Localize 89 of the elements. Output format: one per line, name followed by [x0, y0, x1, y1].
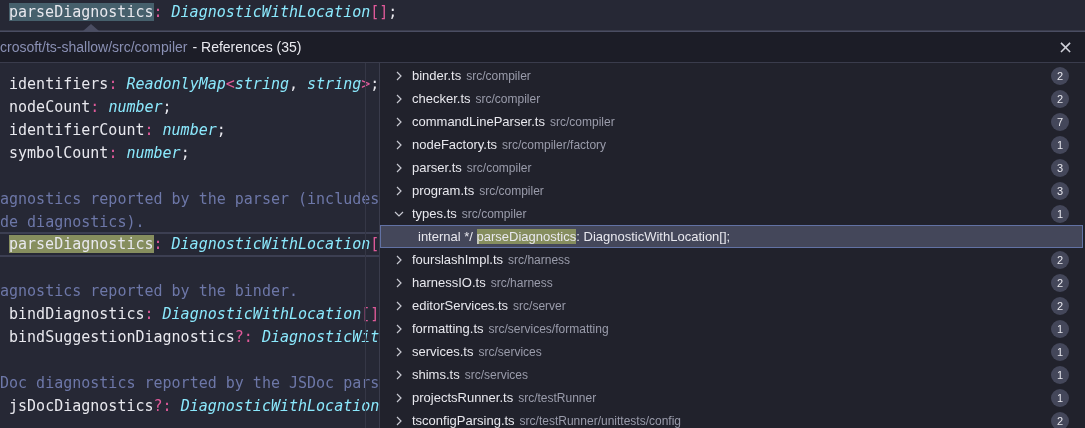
file-path: src/compiler/factory	[502, 137, 607, 152]
count-badge: 3	[1051, 158, 1069, 177]
file-path: src/harness	[490, 275, 553, 290]
code-line: symbolCount: number;	[8, 143, 191, 164]
chevron-right-icon[interactable]	[394, 346, 404, 357]
reference-file-row[interactable]: parser.ts src/compiler 3	[380, 156, 1085, 179]
file-name: harnessIO.ts	[412, 275, 486, 290]
reference-file-row[interactable]: binder.ts src/compiler 2	[380, 64, 1085, 87]
count-badge: 1	[1051, 342, 1069, 361]
count-badge: 2	[1051, 411, 1069, 428]
chevron-right-icon[interactable]	[394, 162, 404, 173]
count-badge: 2	[1051, 250, 1069, 269]
file-path: src/compiler	[479, 183, 544, 198]
chevron-right-icon[interactable]	[394, 277, 404, 288]
chevron-right-icon[interactable]	[394, 185, 404, 196]
count-badge: 2	[1051, 296, 1069, 315]
chevron-right-icon[interactable]	[394, 116, 404, 127]
code-line: jsDocDiagnostics?: DiagnosticWithLocation	[8, 396, 379, 417]
code-line: bindSuggestionDiagnostics?: DiagnosticWit	[8, 327, 379, 348]
file-name: program.ts	[412, 183, 475, 198]
count-badge: 1	[1051, 319, 1069, 338]
chevron-right-icon[interactable]	[394, 392, 404, 403]
count-badge: 1	[1051, 204, 1069, 223]
code-line: parseDiagnostics: DiagnosticWithLocation[	[0, 232, 379, 257]
code-line: de diagnostics).	[0, 212, 146, 233]
code-line: parseDiagnostics: DiagnosticWithLocation[];	[8, 2, 398, 23]
chevron-right-icon[interactable]	[394, 369, 404, 380]
chevron-right-icon[interactable]	[394, 254, 404, 265]
count-badge: 7	[1051, 112, 1069, 131]
reference-file-row[interactable]: services.ts src/services 1	[380, 340, 1085, 363]
chevron-right-icon[interactable]	[394, 415, 404, 426]
chevron-right-icon[interactable]	[394, 323, 404, 334]
file-path: src/services	[464, 367, 528, 382]
file-path: src/compiler	[475, 91, 541, 106]
code-line: identifierCount: number;	[8, 120, 227, 141]
file-path: src/testRunner/unittests/config	[519, 413, 682, 428]
file-path: src/testRunner	[518, 390, 597, 405]
file-name: formatting.ts	[412, 321, 484, 336]
reference-file-row[interactable]: harnessIO.ts src/harness 2	[380, 271, 1085, 294]
close-button[interactable]: ×	[1055, 37, 1075, 57]
count-badge: 2	[1051, 273, 1069, 292]
count-badge: 1	[1051, 135, 1069, 154]
chevron-right-icon[interactable]	[394, 93, 404, 104]
reference-file-row[interactable]: projectsRunner.ts src/testRunner 1	[380, 386, 1085, 409]
code-line: agnostics reported by the binder.	[0, 281, 299, 302]
reference-file-row[interactable]: fourslashImpl.ts src/harness 2	[380, 248, 1085, 271]
count-badge: 2	[1051, 66, 1069, 85]
code-line: Doc diagnostics reported by the JSDoc pars	[0, 373, 379, 394]
reference-match-row[interactable]: internal */ parseDiagnostics: DiagnosticWithLocation[];	[380, 225, 1083, 248]
file-path: src/compiler	[466, 160, 532, 175]
file-name: nodeFactory.ts	[412, 137, 498, 152]
count-badge: 1	[1051, 365, 1069, 384]
reference-file-row[interactable]: tsconfigParsing.ts src/testRunner/unittests/config 2	[380, 409, 1085, 428]
reference-file-row[interactable]: types.ts src/compiler 1	[380, 202, 1085, 225]
file-path: src/harness	[508, 252, 571, 267]
file-name: shims.ts	[412, 367, 460, 382]
file-name: binder.ts	[412, 68, 462, 83]
count-badge: 2	[1051, 89, 1069, 108]
reference-file-row[interactable]: program.ts src/compiler 3	[380, 179, 1085, 202]
reference-file-row[interactable]: editorServices.ts src/server 2	[380, 294, 1085, 317]
peek-title: - References (35)	[192, 39, 302, 55]
reference-file-row[interactable]: commandLineParser.ts src/compiler 7	[380, 110, 1085, 133]
file-name: fourslashImpl.ts	[412, 252, 504, 267]
file-path: src/compiler	[461, 206, 527, 221]
file-path: src/compiler	[466, 68, 531, 83]
chevron-right-icon[interactable]	[394, 70, 404, 81]
file-name: services.ts	[412, 344, 474, 359]
reference-file-row[interactable]: checker.ts src/compiler 2	[380, 87, 1085, 110]
file-name: projectsRunner.ts	[412, 390, 514, 405]
file-path: src/server	[513, 298, 566, 313]
file-name: commandLineParser.ts	[412, 114, 545, 129]
file-name: types.ts	[412, 206, 457, 221]
file-path: src/compiler	[549, 114, 615, 129]
file-name: editorServices.ts	[412, 298, 509, 313]
code-line: agnostics reported by the parser (includes	[0, 189, 379, 210]
file-name: tsconfigParsing.ts	[412, 413, 515, 428]
peek-path: crosoft/ts-shallow/src/compiler	[0, 39, 188, 55]
file-name: parser.ts	[412, 160, 462, 175]
chevron-right-icon[interactable]	[394, 300, 404, 311]
file-path: src/services	[478, 344, 542, 359]
chevron-right-icon[interactable]	[394, 139, 404, 150]
count-badge: 3	[1051, 181, 1069, 200]
file-name: checker.ts	[412, 91, 471, 106]
reference-file-row[interactable]: shims.ts src/services 1	[380, 363, 1085, 386]
count-badge: 1	[1051, 388, 1069, 407]
file-path: src/services/formatting	[488, 321, 609, 336]
reference-file-row[interactable]: formatting.ts src/services/formatting 1	[380, 317, 1085, 340]
reference-file-row[interactable]: nodeFactory.ts src/compiler/factory 1	[380, 133, 1085, 156]
code-line: nodeCount: number;	[8, 97, 173, 118]
